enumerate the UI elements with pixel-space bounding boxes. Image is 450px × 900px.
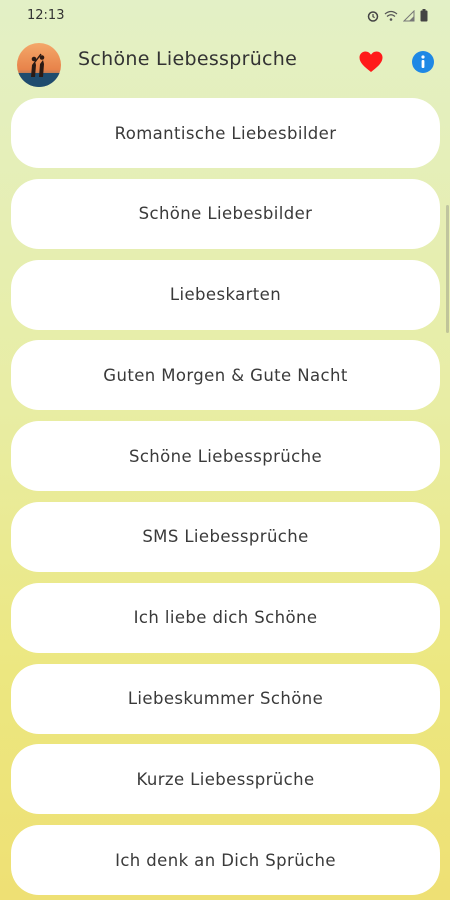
status-time: 12:13	[27, 8, 65, 23]
menu-item-label: Schöne Liebesbilder	[138, 204, 313, 224]
wifi-icon	[384, 10, 398, 21]
app-screen: 12:13 Schöne Liebessprüche Romantische L…	[0, 0, 450, 900]
menu-item-label: Liebeskummer Schöne	[127, 689, 324, 709]
status-bar: 12:13	[0, 0, 450, 32]
menu-item-schoene-liebessprueche[interactable]: Schöne Liebessprüche	[11, 421, 440, 492]
app-bar: Schöne Liebessprüche	[0, 38, 450, 87]
status-icons	[367, 9, 428, 22]
favorites-button[interactable]	[358, 50, 384, 74]
battery-icon	[420, 9, 428, 22]
category-menu: Romantische Liebesbilder Schöne Liebesbi…	[11, 98, 440, 900]
alarm-icon	[367, 10, 379, 22]
menu-item-kurze-liebessprueche[interactable]: Kurze Liebessprüche	[11, 744, 440, 815]
menu-item-label: Liebeskarten	[169, 285, 282, 305]
app-title: Schöne Liebessprüche	[78, 48, 298, 70]
scrollbar[interactable]	[446, 205, 449, 333]
menu-item-label: SMS Liebessprüche	[142, 527, 309, 547]
menu-item-liebeskummer-schoene[interactable]: Liebeskummer Schöne	[11, 663, 440, 734]
menu-item-guten-morgen-gute-nacht[interactable]: Guten Morgen & Gute Nacht	[11, 340, 440, 411]
heart-icon	[359, 51, 383, 72]
menu-item-schoene-liebesbilder[interactable]: Schöne Liebesbilder	[11, 178, 440, 249]
menu-item-label: Ich denk an Dich Sprüche	[115, 850, 336, 870]
menu-item-label: Schöne Liebessprüche	[128, 446, 323, 466]
menu-item-ich-denk-an-dich-sprueche[interactable]: Ich denk an Dich Sprüche	[11, 825, 440, 896]
menu-item-ich-liebe-dich-schoene[interactable]: Ich liebe dich Schöne	[11, 582, 440, 653]
signal-icon	[403, 9, 415, 21]
couple-sunset-icon	[17, 43, 61, 87]
info-icon	[412, 51, 434, 73]
menu-item-label: Guten Morgen & Gute Nacht	[103, 365, 348, 385]
menu-item-liebeskarten[interactable]: Liebeskarten	[11, 259, 440, 330]
menu-item-label: Romantische Liebesbilder	[114, 123, 337, 143]
menu-item-label: Ich liebe dich Schöne	[133, 608, 318, 628]
menu-item-label: Kurze Liebessprüche	[136, 769, 315, 789]
app-logo	[17, 43, 61, 87]
info-button[interactable]	[411, 50, 435, 74]
menu-item-romantische-liebesbilder[interactable]: Romantische Liebesbilder	[11, 98, 440, 168]
menu-item-sms-liebessprueche[interactable]: SMS Liebessprüche	[11, 501, 440, 572]
